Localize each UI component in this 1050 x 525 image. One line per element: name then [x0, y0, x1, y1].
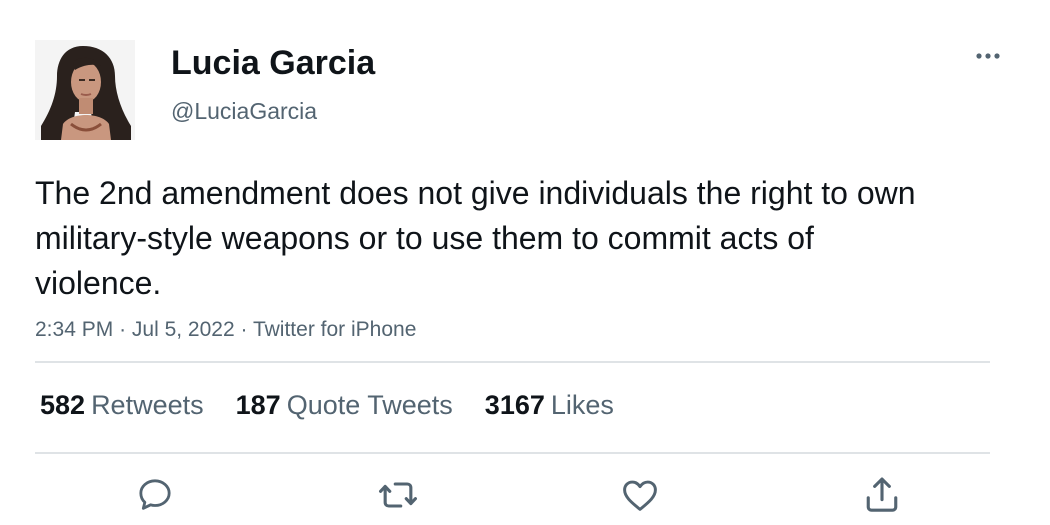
avatar[interactable]	[35, 40, 135, 140]
retweet-icon	[379, 482, 417, 508]
tweet-card: Lucia Garcia @LuciaGarcia The 2nd amendm…	[0, 0, 1050, 525]
meta-separator: ·	[240, 318, 248, 341]
tweet-date[interactable]: Jul 5, 2022	[132, 318, 235, 341]
likes-label: Likes	[550, 389, 614, 420]
quote-tweets-label: Quote Tweets	[286, 389, 453, 420]
retweets-label: Retweets	[91, 389, 204, 420]
tweet-metadata: 2:34 PM · Jul 5, 2022 · Twitter for iPho…	[35, 315, 416, 345]
share-button[interactable]	[860, 473, 904, 517]
retweets-stat[interactable]: 582 Retweets	[40, 390, 204, 421]
quote-tweets-stat[interactable]: 187 Quote Tweets	[236, 390, 453, 421]
author-handle[interactable]: @LuciaGarcia	[171, 96, 317, 126]
reply-button[interactable]	[133, 473, 177, 517]
heart-icon	[623, 480, 657, 511]
like-button[interactable]	[618, 473, 662, 517]
more-horizontal-icon	[976, 53, 1000, 59]
tweet-text: The 2nd amendment does not give individu…	[35, 175, 916, 301]
retweets-count: 582	[40, 389, 86, 420]
tweet-source[interactable]: Twitter for iPhone	[253, 318, 416, 341]
divider	[35, 361, 990, 363]
likes-count: 3167	[484, 389, 545, 420]
divider	[35, 452, 990, 454]
avatar-photo	[35, 40, 135, 140]
likes-stat[interactable]: 3167 Likes	[485, 390, 614, 421]
quote-tweets-count: 187	[235, 389, 281, 420]
author-display-name[interactable]: Lucia Garcia	[171, 42, 375, 84]
meta-separator: ·	[119, 318, 127, 341]
engagement-stats: 582 Retweets 187 Quote Tweets 3167 Likes	[40, 385, 646, 425]
more-options-button[interactable]	[968, 42, 1008, 70]
tweet-time[interactable]: 2:34 PM	[35, 318, 113, 341]
reply-icon	[139, 479, 171, 510]
share-icon	[866, 477, 898, 512]
retweet-button[interactable]	[376, 473, 420, 517]
